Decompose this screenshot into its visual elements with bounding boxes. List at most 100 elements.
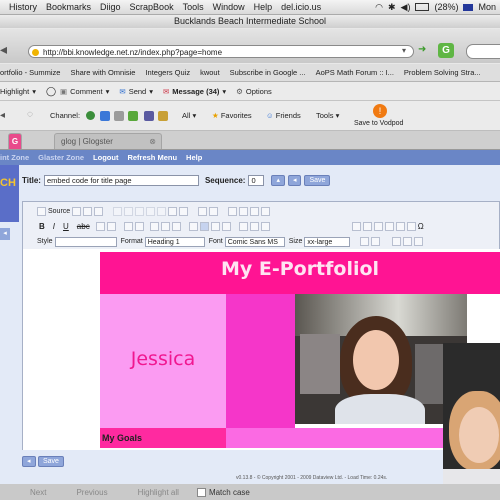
- paste-icon[interactable]: [135, 207, 145, 216]
- text-color-icon[interactable]: [360, 237, 370, 246]
- bold-icon[interactable]: B: [39, 222, 45, 231]
- share-icon[interactable]: [158, 111, 168, 121]
- flag-icon[interactable]: [463, 3, 474, 11]
- blockquote-icon[interactable]: [171, 222, 181, 231]
- bookmark-item[interactable]: AoPS Math Forum :: I...: [316, 68, 394, 77]
- back-arrow-button[interactable]: ◂: [287, 175, 302, 186]
- maximize-icon[interactable]: [392, 237, 402, 246]
- print-icon[interactable]: [168, 207, 178, 216]
- menu-tools[interactable]: Tools: [183, 2, 204, 12]
- volume-icon[interactable]: ◀): [401, 2, 411, 13]
- unlink-icon[interactable]: [249, 222, 259, 231]
- favorites-button[interactable]: ★ Favorites: [212, 111, 252, 120]
- up-arrow-button[interactable]: ▴: [271, 175, 285, 186]
- omega-icon[interactable]: Ω: [418, 222, 424, 231]
- align-center-icon[interactable]: [199, 222, 209, 231]
- format-select[interactable]: Heading 1: [144, 236, 205, 247]
- menu-scrapbook[interactable]: ScrapBook: [130, 2, 174, 12]
- redo-icon[interactable]: [209, 207, 219, 216]
- image-icon[interactable]: [351, 222, 361, 231]
- align-right-icon[interactable]: [210, 222, 220, 231]
- send-button[interactable]: ✉ Send ▾: [119, 87, 153, 96]
- close-icon[interactable]: ⊗: [149, 134, 156, 150]
- nav-item[interactable]: Logout: [93, 153, 118, 162]
- highlight-button[interactable]: Highlight ▾: [0, 87, 36, 96]
- strikethrough-icon[interactable]: abc: [77, 222, 90, 231]
- size-select[interactable]: xx-large: [304, 236, 351, 247]
- source-button[interactable]: Source: [48, 208, 70, 215]
- back-button[interactable]: ◂: [0, 110, 5, 121]
- horizontal-rule-icon[interactable]: [384, 222, 394, 231]
- bookmark-item[interactable]: kwout: [200, 68, 220, 77]
- clock[interactable]: Mon: [478, 2, 496, 12]
- italic-icon[interactable]: I: [53, 222, 55, 231]
- help-icon[interactable]: [414, 237, 424, 246]
- underline-icon[interactable]: U: [63, 222, 69, 231]
- all-dropdown[interactable]: All ▾: [182, 111, 196, 120]
- subscript-icon[interactable]: [95, 222, 105, 231]
- remove-format-icon[interactable]: [261, 207, 271, 216]
- numbered-list-icon[interactable]: [123, 222, 133, 231]
- justify-icon[interactable]: [221, 222, 231, 231]
- tab-glogster[interactable]: glog | Glogster ⊗: [54, 133, 162, 149]
- bluetooth-icon[interactable]: ✱: [388, 2, 396, 13]
- globe-icon[interactable]: [86, 111, 95, 120]
- templates-icon[interactable]: [94, 207, 104, 216]
- menu-diigo[interactable]: Diigo: [100, 2, 121, 12]
- side-collapse-button[interactable]: ◂: [0, 228, 10, 240]
- smiley-icon[interactable]: [395, 222, 405, 231]
- source-icon[interactable]: [37, 207, 46, 216]
- bullet-list-icon[interactable]: [134, 222, 144, 231]
- menu-help[interactable]: Help: [254, 2, 273, 12]
- search-box[interactable]: [466, 44, 500, 59]
- special-char-icon[interactable]: [406, 222, 416, 231]
- back-arrow-icon[interactable]: ◂: [0, 41, 16, 57]
- table-icon[interactable]: [373, 222, 383, 231]
- match-case-checkbox[interactable]: [196, 487, 206, 497]
- comment-bubble-icon[interactable]: ◯: [46, 86, 56, 97]
- nav-item[interactable]: Refresh Menu: [127, 153, 177, 162]
- font-select[interactable]: Comic Sans MS: [224, 236, 285, 247]
- wifi-icon[interactable]: ◠: [375, 2, 383, 13]
- address-bar[interactable]: http://bbi.knowledge.net.nz/index.php?pa…: [28, 45, 414, 58]
- chat-icon[interactable]: ◌: [27, 109, 33, 120]
- vodpod-save-icon[interactable]: !: [373, 104, 387, 118]
- paste-text-icon[interactable]: [146, 207, 156, 216]
- comment-button[interactable]: ▣ Comment ▾: [60, 87, 109, 96]
- message-button[interactable]: ✉ Message (34) ▾: [163, 87, 226, 96]
- spellcheck-icon[interactable]: [179, 207, 189, 216]
- find-previous-button[interactable]: Previous: [76, 488, 107, 497]
- delicious-icon[interactable]: [100, 111, 110, 121]
- menu-bookmarks[interactable]: Bookmarks: [46, 2, 91, 12]
- undo-icon[interactable]: [198, 207, 208, 216]
- flash-icon[interactable]: [362, 222, 372, 231]
- google-search-icon[interactable]: G: [438, 43, 454, 58]
- menu-window[interactable]: Window: [213, 2, 245, 12]
- sequence-field[interactable]: [248, 175, 265, 186]
- options-button[interactable]: ⚙ Options: [236, 87, 272, 96]
- background-color-icon[interactable]: [371, 237, 381, 246]
- title-field[interactable]: [43, 175, 199, 186]
- blog-icon[interactable]: [144, 111, 154, 121]
- bookmark-item[interactable]: Share with Omnisie: [70, 68, 135, 77]
- dropdown-arrow-icon[interactable]: ▾: [402, 46, 406, 55]
- cut-icon[interactable]: [113, 207, 123, 216]
- bookmark-item[interactable]: Problem Solving Stra...: [404, 68, 481, 77]
- friends-button[interactable]: ☺ Friends: [266, 111, 301, 120]
- show-blocks-icon[interactable]: [403, 237, 413, 246]
- feed-icon[interactable]: [128, 111, 138, 121]
- menu-delicious[interactable]: del.icio.us: [281, 2, 321, 12]
- find-icon[interactable]: [228, 207, 238, 216]
- nav-item[interactable]: Glaster Zone: [38, 153, 84, 162]
- highlight-all-button[interactable]: Highlight all: [138, 488, 179, 497]
- indent-icon[interactable]: [160, 222, 170, 231]
- battery-icon[interactable]: [415, 3, 430, 11]
- go-arrow-icon[interactable]: ➜: [418, 44, 426, 55]
- footer-save-button[interactable]: Save: [38, 456, 64, 467]
- new-page-icon[interactable]: [72, 207, 82, 216]
- anchor-icon[interactable]: [260, 222, 270, 231]
- align-left-icon[interactable]: [188, 222, 198, 231]
- preview-icon[interactable]: [83, 207, 93, 216]
- outdent-icon[interactable]: [149, 222, 159, 231]
- replace-icon[interactable]: [239, 207, 249, 216]
